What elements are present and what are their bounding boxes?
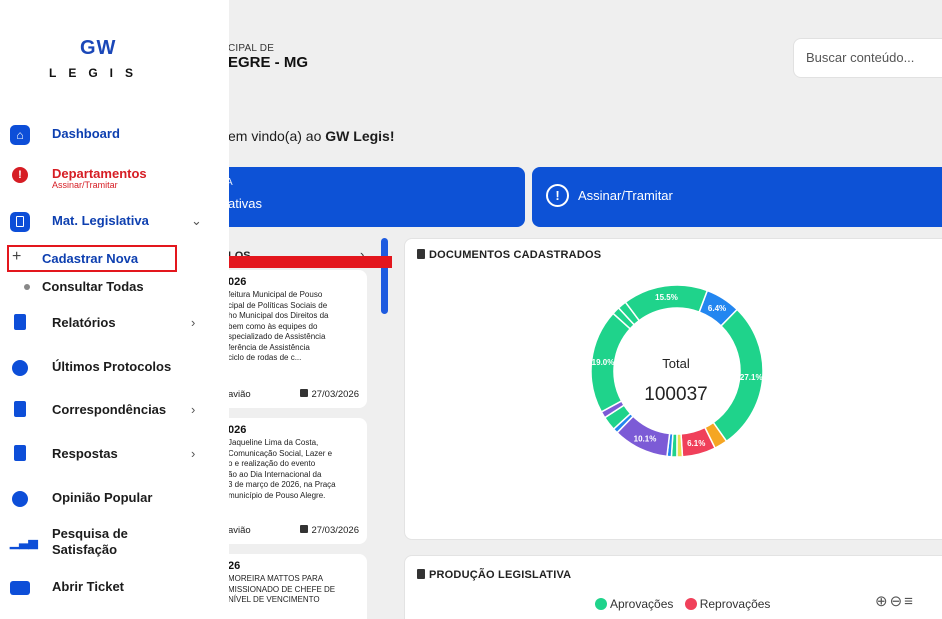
donut-center-value: 100037 bbox=[644, 384, 708, 405]
donut-slice[interactable] bbox=[624, 284, 709, 322]
donut-slice-label: 27.1% bbox=[740, 373, 763, 382]
protocol-card[interactable]: 026 Jaqueline Lima da Costa, Comunicação… bbox=[220, 418, 367, 544]
file-icon bbox=[14, 445, 26, 461]
documents-title-text: DOCUMENTOS CADASTRADOS bbox=[429, 249, 602, 261]
welcome-message: em vindo(a) ao GW Legis! bbox=[228, 128, 395, 144]
protocol-title: 026 bbox=[228, 276, 247, 288]
sidebar-subitem-cadastrar-nova[interactable]: Cadastrar Nova bbox=[42, 251, 138, 266]
donut-slice-label: 10.1% bbox=[634, 434, 657, 443]
donut-center-label: Total bbox=[662, 356, 690, 371]
protocol-card[interactable]: 26 MOREIRA MATTOS PARA MISSIONADO DE CHE… bbox=[220, 554, 367, 619]
sidebar-item-departamentos[interactable]: ! Departamentos Assinar/Tramitar bbox=[10, 159, 210, 193]
document-icon bbox=[417, 249, 425, 259]
chevron-right-icon: › bbox=[191, 315, 196, 330]
banner-right-label: Assinar/Tramitar bbox=[578, 188, 673, 203]
legend-label: Aprovações bbox=[610, 597, 674, 611]
legend-label: Reprovações bbox=[699, 597, 771, 611]
legend-item-rejections[interactable]: Reprovações bbox=[684, 597, 771, 611]
sidebar-item-label: Mat. Legislativa bbox=[52, 213, 149, 228]
alert-icon: ! bbox=[12, 167, 28, 183]
documents-card: DOCUMENTOS CADASTRADOS 6.4% 27.1% 6.1% 10.1… bbox=[404, 238, 942, 540]
sidebar-item-mat-legislativa[interactable]: Mat. Legislativa ⌄ bbox=[10, 206, 210, 236]
alert-circle-icon: ! bbox=[546, 184, 569, 207]
sidebar: GW LEGIS ⌂ Dashboard ! Departamentos Ass… bbox=[0, 0, 229, 619]
documents-title: DOCUMENTOS CADASTRADOS bbox=[417, 249, 601, 261]
sidebar-item-relatorios[interactable]: Relatórios › bbox=[10, 308, 210, 338]
donut-slice-label: 15.5% bbox=[655, 293, 678, 302]
legend-dot bbox=[684, 598, 697, 610]
donut-slice-label: 6.4% bbox=[708, 304, 726, 313]
chevron-right-icon: › bbox=[191, 446, 196, 461]
ticket-icon bbox=[10, 581, 30, 595]
search-input[interactable]: Buscar conteúdo... bbox=[793, 38, 942, 78]
sidebar-item-label: Respostas bbox=[52, 446, 118, 461]
chat-icon bbox=[12, 491, 28, 507]
protocol-summary: feitura Municipal de Pouso cipal de Polí… bbox=[228, 290, 329, 362]
production-legend: Aprovações Reprovações bbox=[595, 597, 778, 611]
sidebar-item-ultimos-protocolos[interactable]: Últimos Protocolos bbox=[10, 352, 210, 382]
production-card: PRODUÇÃO LEGISLATIVA Aprovações Reprovaç… bbox=[404, 555, 942, 619]
document-icon bbox=[417, 569, 425, 579]
protocol-date: 27/03/2026 bbox=[300, 525, 359, 536]
logo-legis: LEGIS bbox=[49, 66, 146, 80]
home-icon: ⌂ bbox=[10, 125, 30, 145]
protocol-date: 27/03/2026 bbox=[300, 389, 359, 400]
production-title: PRODUÇÃO LEGISLATIVA bbox=[417, 569, 571, 581]
chevron-down-icon: ⌄ bbox=[191, 213, 202, 228]
document-icon bbox=[10, 212, 30, 232]
sidebar-subitem-consultar-todas[interactable]: Consultar Todas bbox=[42, 279, 144, 294]
plus-icon: + bbox=[12, 248, 22, 265]
sidebar-item-label: Dashboard bbox=[52, 126, 120, 141]
protocol-title: 26 bbox=[228, 560, 241, 572]
sidebar-item-correspondencias[interactable]: Correspondências › bbox=[10, 395, 210, 425]
sign-forward-banner[interactable]: ! Assinar/Tramitar bbox=[532, 167, 942, 227]
banner-left-label: ativas bbox=[228, 196, 262, 211]
protocol-title: 026 bbox=[228, 424, 247, 436]
sidebar-item-label-line2: Satisfação bbox=[52, 542, 118, 557]
sidebar-item-opiniao-popular[interactable]: Opinião Popular bbox=[10, 483, 210, 513]
municipality-name: EGRE - MG bbox=[228, 54, 309, 71]
report-icon bbox=[14, 314, 26, 330]
protocol-summary: MOREIRA MATTOS PARA MISSIONADO DE CHEFE … bbox=[228, 574, 336, 604]
clock-icon bbox=[12, 360, 28, 376]
sidebar-item-label: Opinião Popular bbox=[52, 490, 153, 505]
active-materials-banner[interactable]: A ativas bbox=[200, 167, 525, 227]
sidebar-item-respostas[interactable]: Respostas › bbox=[10, 439, 210, 469]
protocol-date-text: 27/03/2026 bbox=[311, 389, 359, 400]
protocol-author: avião bbox=[228, 525, 251, 536]
bar-chart-icon: ▁▃▅ bbox=[10, 535, 38, 549]
protocol-date-text: 27/03/2026 bbox=[311, 525, 359, 536]
calendar-icon bbox=[300, 525, 309, 533]
documents-donut-chart: 6.4%27.1%6.1%10.1%19.0%15.5% bbox=[590, 284, 764, 458]
sidebar-item-sublabel: Assinar/Tramitar bbox=[52, 180, 118, 190]
sidebar-item-label: Pesquisa de bbox=[52, 526, 128, 541]
protocol-card[interactable]: 026 feitura Municipal de Pouso cipal de … bbox=[220, 270, 367, 408]
legend-dot bbox=[595, 598, 607, 610]
sidebar-item-label: Últimos Protocolos bbox=[52, 359, 172, 374]
sidebar-item-dashboard[interactable]: ⌂ Dashboard bbox=[10, 119, 210, 149]
chevron-right-icon: › bbox=[191, 402, 196, 417]
municipality-label: CIPAL DE bbox=[228, 43, 275, 54]
protocol-summary: Jaqueline Lima da Costa, Comunicação Soc… bbox=[228, 438, 336, 500]
sidebar-item-label: Departamentos bbox=[52, 166, 147, 181]
logo-gw: GW bbox=[80, 37, 117, 59]
welcome-prefix: em vindo(a) ao bbox=[228, 128, 326, 144]
file-icon bbox=[14, 401, 26, 417]
production-title-text: PRODUÇÃO LEGISLATIVA bbox=[429, 569, 572, 581]
sidebar-item-label: Relatórios bbox=[52, 315, 116, 330]
donut-slice-label: 6.1% bbox=[687, 439, 705, 448]
chart-toolbar[interactable]: ⊕⊖≡ bbox=[875, 592, 915, 610]
legend-item-approvals[interactable]: Aprovações bbox=[595, 597, 673, 611]
protocol-author: avião bbox=[228, 389, 251, 400]
bullet-icon bbox=[24, 284, 30, 290]
sidebar-item-label: Abrir Ticket bbox=[52, 579, 125, 594]
calendar-icon bbox=[300, 389, 309, 397]
sidebar-item-abrir-ticket[interactable]: Abrir Ticket bbox=[10, 572, 210, 602]
sidebar-item-label: Correspondências bbox=[52, 402, 167, 417]
donut-slice[interactable] bbox=[676, 433, 684, 458]
sidebar-item-pesquisa-satisfacao[interactable]: ▁▃▅ Pesquisa de Satisfação bbox=[10, 522, 210, 562]
welcome-app-name: GW Legis! bbox=[325, 128, 395, 144]
